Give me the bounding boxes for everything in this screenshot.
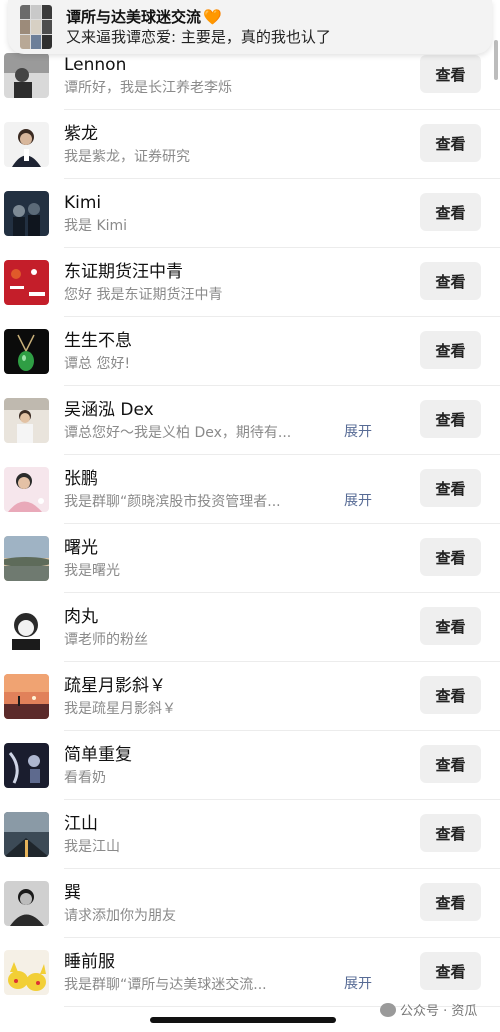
avatar-shengsheng[interactable] [4, 329, 49, 374]
banner-message: 又来逼我谭恋爱: 主要是，真的我也认了 [66, 28, 331, 46]
request-message: 我是群聊“颜晓滨股市投资管理者... [64, 493, 281, 510]
friend-request-row[interactable]: 东证期货汪中青您好 我是东证期货汪中青 查看 [0, 248, 500, 317]
view-button[interactable]: 查看 [420, 262, 481, 300]
request-message: 我是群聊“谭所与达美球迷交流... [64, 976, 267, 993]
scrollbar[interactable] [494, 40, 498, 80]
avatar-dongzheng[interactable] [4, 260, 49, 305]
contact-name: 张鹏 [64, 468, 98, 489]
avatar-lennon[interactable] [4, 53, 49, 98]
friend-request-row[interactable]: 生生不息谭总 您好! 查看 [0, 317, 500, 386]
watermark: 公众号 · 资瓜 [380, 1000, 477, 1019]
home-indicator[interactable] [150, 1017, 336, 1023]
contact-name: 疏星月影斜￥ [64, 675, 166, 696]
view-button[interactable]: 查看 [420, 193, 481, 231]
view-button[interactable]: 查看 [420, 745, 481, 783]
view-button[interactable]: 查看 [420, 400, 481, 438]
request-message: 我是疏星月影斜￥ [64, 700, 176, 717]
view-button[interactable]: 查看 [420, 124, 481, 162]
avatar-zhangpeng[interactable] [4, 467, 49, 512]
contact-name: 吴涵泓 Dex [64, 399, 154, 420]
contact-name: 肉丸 [64, 606, 98, 627]
contact-name: 紫龙 [64, 123, 98, 144]
expand-link[interactable]: 展开 [344, 973, 372, 993]
view-button[interactable]: 查看 [420, 331, 481, 369]
group-avatar [20, 5, 52, 49]
friend-request-row[interactable]: 紫龙我是紫龙，证券研究 查看 [0, 110, 500, 179]
view-button[interactable]: 查看 [420, 676, 481, 714]
contact-name: 简单重复 [64, 744, 132, 765]
request-message: 我是 Kimi [64, 217, 128, 234]
contact-name: 巽 [64, 882, 81, 903]
request-message: 看看奶 [64, 769, 106, 786]
avatar-jiangshan[interactable] [4, 812, 49, 857]
contact-name: 睡前服 [64, 951, 115, 972]
friend-request-row[interactable]: Kimi 我是 Kimi 查看 [0, 179, 500, 248]
friend-request-row[interactable]: 巽请求添加你为朋友 查看 [0, 869, 500, 938]
friend-request-row[interactable]: 睡前服我是群聊“谭所与达美球迷交流... 展开 查看 [0, 938, 500, 1007]
avatar-xun[interactable] [4, 881, 49, 926]
contact-name: 江山 [64, 813, 98, 834]
avatar-dex[interactable] [4, 398, 49, 443]
avatar-shuguang[interactable] [4, 536, 49, 581]
avatar-rouwan[interactable] [4, 605, 49, 650]
request-message: 谭总您好～我是义柏 Dex，期待有... [64, 424, 292, 441]
request-message: 谭老师的粉丝 [64, 631, 148, 648]
request-message: 您好 我是东证期货汪中青 [64, 286, 223, 303]
avatar-zilong[interactable] [4, 122, 49, 167]
friend-request-list: Lennon 谭所好，我是长江养老李烁 查看 紫龙 我是紫龙，证券研究 查看 Kimi 我是 … [0, 41, 500, 1007]
friend-request-row[interactable]: 疏星月影斜￥ 我是疏星月影斜￥ 查看 [0, 662, 500, 731]
expand-link[interactable]: 展开 [344, 490, 372, 510]
avatar-jiandan[interactable] [4, 743, 49, 788]
friend-request-row[interactable]: 江山我是江山 查看 [0, 800, 500, 869]
request-message: 谭总 您好! [64, 355, 131, 372]
avatar-kimi[interactable] [4, 191, 49, 236]
view-button[interactable]: 查看 [420, 55, 481, 93]
request-message: 谭所好，我是长江养老李烁 [64, 79, 232, 96]
request-message: 请求添加你为朋友 [64, 907, 176, 924]
request-message: 我是紫龙，证券研究 [64, 148, 190, 165]
avatar-shuxing[interactable] [4, 674, 49, 719]
friend-request-row[interactable]: 曙光我是曙光 查看 [0, 524, 500, 593]
request-message: 我是江山 [64, 838, 120, 855]
request-message: 我是曙光 [64, 562, 120, 579]
contact-name: Kimi [64, 192, 102, 213]
view-button[interactable]: 查看 [420, 469, 481, 507]
avatar-shuiqian[interactable] [4, 950, 49, 995]
wechat-icon [380, 1002, 396, 1017]
notification-banner[interactable]: 谭所与达美球迷交流 🧡 又来逼我谭恋爱: 主要是，真的我也认了 [8, 0, 492, 54]
contact-name: 生生不息 [64, 330, 132, 351]
contact-name: 曙光 [64, 537, 98, 558]
expand-link[interactable]: 展开 [344, 421, 372, 441]
view-button[interactable]: 查看 [420, 814, 481, 852]
view-button[interactable]: 查看 [420, 952, 481, 990]
friend-request-row[interactable]: 肉丸谭老师的粉丝 查看 [0, 593, 500, 662]
view-button[interactable]: 查看 [420, 607, 481, 645]
view-button[interactable]: 查看 [420, 883, 481, 921]
heart-icon: 🧡 [203, 8, 222, 26]
contact-name: Lennon [64, 54, 127, 75]
friend-request-row[interactable]: 吴涵泓 Dex 谭总您好～我是义柏 Dex，期待有... 展开 查看 [0, 386, 500, 455]
friend-request-row[interactable]: 张鹏我是群聊“颜晓滨股市投资管理者... 展开 查看 [0, 455, 500, 524]
view-button[interactable]: 查看 [420, 538, 481, 576]
banner-title: 谭所与达美球迷交流 [66, 8, 202, 26]
friend-request-row[interactable]: 简单重复看看奶 查看 [0, 731, 500, 800]
contact-name: 东证期货汪中青 [64, 261, 183, 282]
